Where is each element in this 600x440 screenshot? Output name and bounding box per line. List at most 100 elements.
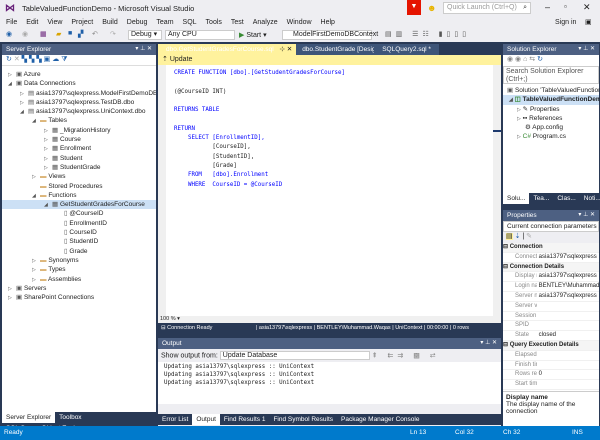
- property-row[interactable]: Finish time: [503, 361, 599, 371]
- platform-dropdown[interactable]: Any CPU: [165, 30, 235, 40]
- sql-code-editor[interactable]: CREATE FUNCTION [dbo].[GetStudentGradesF…: [158, 65, 501, 316]
- tree-item[interactable]: ▷ ▣ SharePoint Connections: [2, 293, 156, 302]
- filter-icon[interactable]: ⧩: [61, 56, 67, 63]
- undo-icon[interactable]: ↶: [92, 30, 98, 38]
- property-category[interactable]: ⊟ Connection Details: [503, 262, 599, 273]
- menu-build[interactable]: Build: [102, 19, 118, 26]
- tree-item[interactable]: ▷ ▬ Types: [2, 265, 156, 274]
- save-all-icon[interactable]: ▞: [78, 30, 83, 38]
- expander-icon[interactable]: ▷: [517, 116, 521, 122]
- tree-item[interactable]: ◢ ▣ Data Connections: [2, 79, 156, 88]
- home-icon[interactable]: ⌂: [523, 56, 527, 63]
- sync-icon[interactable]: ⇆: [529, 56, 535, 63]
- connect-database-icon[interactable]: ▣: [44, 56, 51, 63]
- tree-item[interactable]: ▷ ▤ asia13797\sqlexpress.TestDB.dbo: [2, 98, 156, 107]
- tree-item[interactable]: ◢ ▬ Functions: [2, 191, 156, 200]
- redo-icon[interactable]: ↷: [110, 30, 116, 38]
- property-row[interactable]: Display name asia13797\sqlexpress: [503, 272, 599, 283]
- property-category[interactable]: ⊟ Connection: [503, 243, 599, 253]
- tree-item[interactable]: ◢ ▤ asia13797\sqlexpress.UniContext.dbo: [2, 107, 156, 116]
- tree-item[interactable]: ▷ ▬ Synonyms: [2, 256, 156, 265]
- expander-icon[interactable]: ◢: [44, 201, 52, 210]
- tab-team[interactable]: Tea...: [529, 193, 553, 204]
- tab-function-sql[interactable]: dbo.GetStudentGradesForCourse.sql ⊹ ✕: [158, 44, 297, 55]
- menu-project[interactable]: Project: [71, 19, 93, 26]
- expander-icon[interactable]: ◢: [32, 117, 40, 126]
- tab-sqlquery2[interactable]: SQLQuery2.sql *: [374, 44, 439, 55]
- tree-item[interactable]: ▷ ▬ Assemblies: [2, 275, 156, 284]
- menu-file[interactable]: File: [6, 19, 17, 26]
- property-row[interactable]: Server name asia13797\sqlexpress: [503, 292, 599, 302]
- toolbar-extra-icons[interactable]: ▤▥ ☰☷ ▮▯▯▯: [385, 30, 470, 38]
- quick-launch-input[interactable]: Quick Launch (Ctrl+Q) ⌕: [443, 2, 531, 14]
- tree-item[interactable]: ▷ ▤ asia13797\sqlexpress.ModelFirstDemoDB…: [2, 89, 156, 98]
- editor-vertical-scrollbar[interactable]: [493, 65, 501, 316]
- menu-edit[interactable]: Edit: [26, 19, 38, 26]
- tree-item[interactable]: ◢ ▦ GetStudentGradesForCourse: [2, 200, 156, 210]
- tree-item[interactable]: ▯ @CourseID: [2, 209, 156, 218]
- notification-flag-icon[interactable]: ▼: [407, 0, 421, 15]
- open-icon[interactable]: ▰: [56, 30, 61, 38]
- output-toolbar-icons[interactable]: ⇞ ⇇⇉ ▩ ⇄: [372, 352, 440, 359]
- menu-debug[interactable]: Debug: [127, 19, 148, 26]
- tree-item[interactable]: ▷ ▦ StudentGrade: [2, 163, 156, 172]
- menu-tools[interactable]: Tools: [206, 19, 222, 26]
- panel-controls[interactable]: ▾ ⊥ ✕: [578, 44, 595, 55]
- forward-icon[interactable]: ◉: [22, 30, 28, 38]
- tree-item[interactable]: ▯ StudentID: [2, 237, 156, 246]
- panel-controls[interactable]: ▾ ⊥ ✕: [480, 338, 497, 349]
- expander-icon[interactable]: ▷: [517, 107, 521, 113]
- output-source-dropdown[interactable]: Update Database: [219, 351, 370, 360]
- tree-item[interactable]: ▯ CourseID: [2, 228, 156, 237]
- solution-tree-item[interactable]: ⚙ App.config: [503, 123, 599, 132]
- update-button[interactable]: ⇡ Update: [162, 56, 192, 63]
- zoom-dropdown[interactable]: 100 %: [160, 316, 176, 322]
- tab-solution[interactable]: Solu...: [503, 193, 530, 204]
- alphabetical-icon[interactable]: ⇣: [515, 233, 521, 240]
- expander-icon[interactable]: ◢: [8, 80, 16, 89]
- menu-test[interactable]: Test: [231, 19, 244, 26]
- feedback-smiley-icon[interactable]: ☻: [427, 3, 436, 13]
- minimize-button[interactable]: –: [545, 2, 550, 12]
- tab-error-list[interactable]: Error List: [158, 414, 192, 425]
- expander-icon[interactable]: ◢: [20, 108, 28, 117]
- tab-find-results-1[interactable]: Find Results 1: [220, 414, 270, 425]
- tree-item[interactable]: ▷ ▬ Views: [2, 172, 156, 181]
- tree-item[interactable]: ▷ ▦ _MigrationHistory: [2, 126, 156, 135]
- panel-controls[interactable]: ▾ ⊥ ✕: [578, 210, 595, 221]
- refresh-icon[interactable]: ↻: [6, 56, 12, 63]
- start-button[interactable]: ▶ Start ▾: [239, 31, 267, 39]
- expander-icon[interactable]: ◢: [509, 97, 513, 103]
- tree-item[interactable]: ▷ ▦ Student: [2, 154, 156, 163]
- properties-object-dropdown[interactable]: Current connection parameters ▾: [503, 221, 599, 232]
- tab-studentgrade-design[interactable]: dbo.StudentGrade [Design]: [296, 44, 381, 55]
- tab-class[interactable]: Clas...: [553, 193, 579, 204]
- solution-tree-item[interactable]: ◢ ◫ TableValuedFunctionDemo: [503, 95, 600, 105]
- tree-item[interactable]: ▷ ▦ Enrollment: [2, 144, 156, 153]
- stop-icon[interactable]: ✕: [14, 56, 20, 63]
- back-icon[interactable]: ◉: [6, 30, 12, 38]
- maximize-button[interactable]: ▫: [564, 2, 567, 11]
- menu-help[interactable]: Help: [321, 19, 335, 26]
- menu-team[interactable]: Team: [156, 19, 173, 26]
- tab-find-symbol-results[interactable]: Find Symbol Results: [269, 414, 337, 425]
- close-button[interactable]: ✕: [583, 2, 591, 13]
- save-icon[interactable]: ■: [68, 30, 72, 37]
- expander-icon[interactable]: ▷: [8, 294, 16, 303]
- tree-item[interactable]: ▬ Stored Procedures: [2, 182, 156, 191]
- tab-notifications[interactable]: Noti...: [580, 193, 600, 204]
- property-category[interactable]: ⊟ Query Execution Details: [503, 340, 599, 351]
- solution-tree-item[interactable]: ▷ ✎ Properties: [503, 105, 599, 114]
- property-row[interactable]: SPID: [503, 321, 599, 332]
- tab-server-explorer[interactable]: Server Explorer: [2, 412, 56, 423]
- property-row[interactable]: Elapsed time: [503, 351, 599, 361]
- solution-tree-item[interactable]: ▷ ▪▪ References: [503, 114, 599, 123]
- tab-package-manager-console[interactable]: Package Manager Console: [337, 414, 423, 425]
- expander-icon[interactable]: ◢: [32, 192, 40, 201]
- categorized-icon[interactable]: ▤: [506, 233, 513, 240]
- property-row[interactable]: Session Tracing ID: [503, 312, 599, 322]
- solution-search-input[interactable]: Search Solution Explorer (Ctrl+;): [503, 66, 599, 84]
- startup-context-dropdown[interactable]: ModelFirstDemoDBContext: [282, 30, 378, 40]
- configuration-dropdown[interactable]: Debug ▾: [128, 30, 162, 40]
- connect-azure-icon[interactable]: ☁: [52, 56, 59, 63]
